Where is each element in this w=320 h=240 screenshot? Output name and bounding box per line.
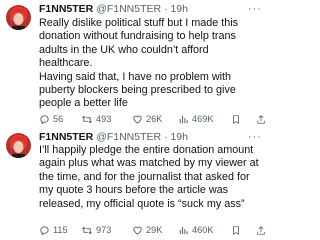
heart-icon: [133, 115, 142, 124]
more-options-icon[interactable]: ···: [248, 130, 262, 145]
more-options-icon[interactable]: ···: [248, 2, 262, 17]
retweet-icon: [82, 226, 92, 234]
tweet-text-line: I’ll happily pledge the entire donation …: [39, 144, 259, 210]
tweet-text: Really dislike political stuff but I mad…: [39, 17, 263, 111]
retweet-button[interactable]: 973: [81, 222, 111, 238]
reply-count: 56: [53, 114, 64, 124]
bookmark-button[interactable]: [231, 111, 241, 127]
like-button[interactable]: 26K: [132, 111, 162, 127]
action-bar: 115 973 29K 460K: [39, 222, 267, 238]
views-chart-icon: [179, 115, 188, 123]
retweet-count: 493: [96, 114, 112, 124]
reply-count: 115: [53, 225, 68, 235]
views-button[interactable]: 460K: [178, 222, 213, 238]
tweet-text-line: Really dislike political stuff but I mad…: [39, 17, 239, 70]
tweet-header: F1NN5TER @F1NN5TER · 19h: [39, 2, 188, 17]
reply-button[interactable]: 115: [39, 222, 68, 238]
like-button[interactable]: 29K: [132, 222, 162, 238]
reply-button[interactable]: 56: [39, 111, 63, 127]
views-button[interactable]: 469K: [178, 111, 213, 127]
bookmark-icon: [233, 114, 239, 124]
timestamp[interactable]: 19h: [170, 131, 188, 143]
tweet-header: F1NN5TER @F1NN5TER · 19h: [39, 130, 188, 145]
avatar[interactable]: [6, 133, 31, 158]
like-count: 26K: [146, 114, 163, 124]
reply-icon: [40, 225, 49, 236]
tweet[interactable]: F1NN5TER @F1NN5TER · 19h ··· I’ll happil…: [0, 128, 270, 240]
avatar[interactable]: [6, 5, 31, 30]
tweet-text-line: Having said that, I have no problem with…: [39, 70, 236, 110]
like-count: 29K: [146, 225, 163, 235]
separator-dot: ·: [164, 3, 168, 15]
display-name[interactable]: F1NN5TER: [39, 3, 93, 15]
share-icon: [257, 225, 265, 235]
reply-icon: [40, 114, 49, 125]
tweet[interactable]: F1NN5TER @F1NN5TER · 19h ··· Really disl…: [0, 0, 270, 128]
tweet-text: I’ll happily pledge the entire donation …: [39, 144, 263, 211]
retweet-count: 973: [96, 225, 112, 235]
retweet-icon: [82, 115, 92, 123]
share-button[interactable]: [256, 111, 266, 127]
share-icon: [257, 114, 265, 124]
display-name[interactable]: F1NN5TER: [39, 131, 93, 143]
user-handle[interactable]: @F1NN5TER: [96, 3, 161, 15]
separator-dot: ·: [164, 131, 168, 143]
share-button[interactable]: [256, 222, 266, 238]
action-bar: 56 493 26K 469K: [39, 111, 267, 127]
retweet-button[interactable]: 493: [81, 111, 111, 127]
bookmark-button[interactable]: [231, 222, 241, 238]
view-count: 469K: [192, 114, 214, 124]
heart-icon: [133, 226, 142, 235]
bookmark-icon: [233, 225, 239, 235]
views-chart-icon: [179, 226, 188, 234]
timestamp[interactable]: 19h: [170, 3, 188, 15]
view-count: 460K: [192, 225, 214, 235]
user-handle[interactable]: @F1NN5TER: [96, 131, 161, 143]
